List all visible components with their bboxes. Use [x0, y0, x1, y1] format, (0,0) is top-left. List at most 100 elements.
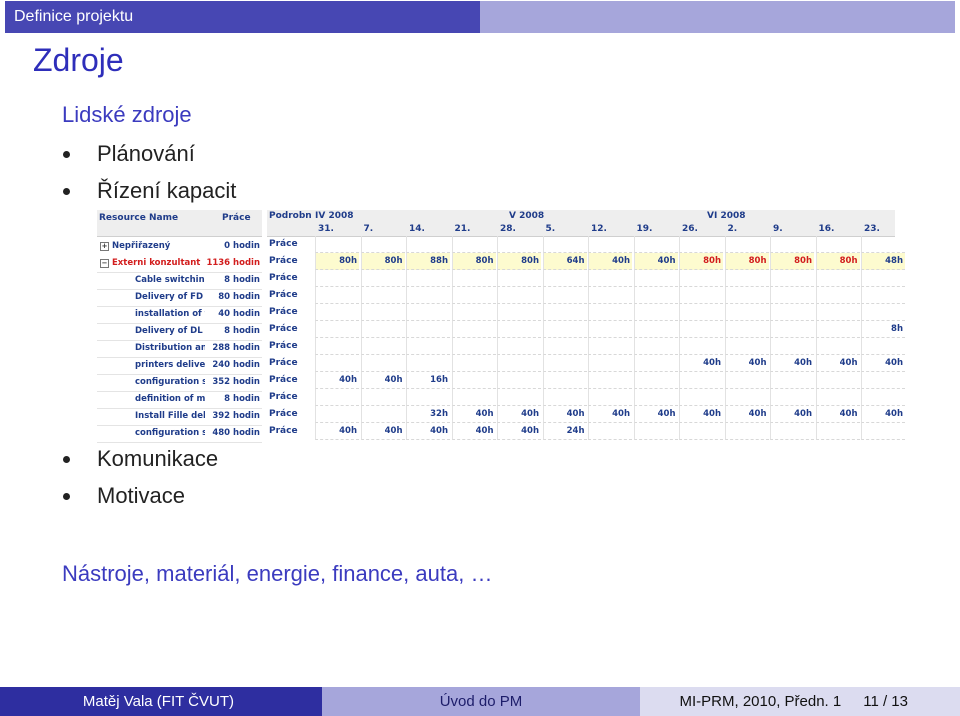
work-cell[interactable] [315, 321, 359, 338]
work-cell[interactable]: 32h [406, 406, 450, 423]
work-cell[interactable]: 40h [497, 423, 541, 440]
work-cell[interactable]: 40h [815, 406, 860, 423]
work-cell[interactable] [451, 270, 496, 287]
work-cell[interactable] [360, 236, 405, 253]
work-cell[interactable] [861, 389, 905, 406]
work-cell[interactable] [315, 236, 359, 253]
work-cell[interactable] [542, 236, 587, 253]
resource-row[interactable]: − Externi konzultant 1136 hodin [97, 255, 262, 273]
work-cell[interactable] [360, 338, 405, 355]
work-cell[interactable] [633, 338, 678, 355]
work-cell[interactable]: 40h [633, 253, 678, 270]
work-cell[interactable] [724, 338, 769, 355]
work-cell[interactable]: 88h [406, 253, 450, 270]
work-cell[interactable]: 80h [724, 253, 769, 270]
work-cell[interactable] [679, 321, 723, 338]
work-cell[interactable] [542, 338, 587, 355]
work-cell[interactable] [633, 423, 678, 440]
work-cell[interactable] [451, 338, 496, 355]
expand-icon[interactable]: + [100, 242, 109, 251]
resource-row[interactable]: Delivery of FD 80 hodin [97, 289, 262, 307]
work-cell[interactable] [861, 423, 905, 440]
work-cell[interactable] [588, 423, 632, 440]
work-cell[interactable]: 16h [406, 372, 450, 389]
work-cell[interactable] [360, 389, 405, 406]
work-cell[interactable] [770, 423, 814, 440]
work-cell[interactable] [406, 389, 450, 406]
work-cell[interactable] [360, 270, 405, 287]
work-cell[interactable] [360, 355, 405, 372]
resource-row[interactable]: Distribution and 288 hodin [97, 340, 262, 358]
work-cell[interactable]: 40h [542, 406, 587, 423]
work-cell[interactable]: 48h [861, 253, 905, 270]
work-cell[interactable] [451, 321, 496, 338]
work-cell[interactable] [497, 355, 541, 372]
work-cell[interactable] [497, 287, 541, 304]
work-cell[interactable]: 40h [724, 355, 769, 372]
work-cell[interactable] [633, 321, 678, 338]
work-cell[interactable] [770, 389, 814, 406]
work-cell[interactable] [497, 270, 541, 287]
work-cell[interactable]: 40h [815, 355, 860, 372]
resource-row[interactable]: configuration sp 352 hodin [97, 374, 262, 392]
work-cell[interactable] [360, 321, 405, 338]
work-cell[interactable]: 80h [360, 253, 405, 270]
work-cell[interactable]: 40h [451, 406, 496, 423]
work-cell[interactable] [542, 389, 587, 406]
resource-row[interactable]: + Nepřiřazený 0 hodin [97, 238, 262, 256]
work-cell[interactable] [724, 287, 769, 304]
work-cell[interactable] [360, 304, 405, 321]
work-cell[interactable] [451, 304, 496, 321]
work-cell[interactable] [406, 321, 450, 338]
work-cell[interactable] [588, 389, 632, 406]
work-cell[interactable]: 40h [315, 372, 359, 389]
work-cell[interactable] [815, 338, 860, 355]
work-cell[interactable]: 40h [360, 372, 405, 389]
work-cell[interactable] [315, 355, 359, 372]
work-cell[interactable]: 80h [679, 253, 723, 270]
work-cell[interactable] [724, 372, 769, 389]
work-cell[interactable] [724, 321, 769, 338]
work-cell[interactable] [815, 270, 860, 287]
work-cell[interactable] [724, 304, 769, 321]
work-cell[interactable] [315, 406, 359, 423]
work-cell[interactable] [451, 236, 496, 253]
work-cell[interactable]: 64h [542, 253, 587, 270]
work-cell[interactable] [315, 287, 359, 304]
work-cell[interactable] [451, 355, 496, 372]
work-cell[interactable] [588, 236, 632, 253]
work-cell[interactable]: 40h [679, 406, 723, 423]
work-cell[interactable] [679, 389, 723, 406]
work-cell[interactable] [451, 372, 496, 389]
work-cell[interactable]: 40h [360, 423, 405, 440]
work-cell[interactable]: 40h [861, 355, 905, 372]
work-cell[interactable] [679, 287, 723, 304]
work-cell[interactable] [770, 287, 814, 304]
resource-row[interactable]: configuration sp 480 hodin [97, 425, 262, 443]
work-cell[interactable] [451, 389, 496, 406]
work-cell[interactable] [679, 270, 723, 287]
work-cell[interactable]: 40h [861, 406, 905, 423]
work-cell[interactable] [542, 372, 587, 389]
work-cell[interactable]: 80h [815, 253, 860, 270]
work-cell[interactable] [861, 270, 905, 287]
work-cell[interactable] [633, 389, 678, 406]
work-cell[interactable] [315, 338, 359, 355]
work-cell[interactable]: 40h [588, 406, 632, 423]
work-cell[interactable] [588, 304, 632, 321]
work-cell[interactable]: 40h [679, 355, 723, 372]
work-cell[interactable] [724, 270, 769, 287]
work-cell[interactable] [497, 236, 541, 253]
work-cell[interactable]: 80h [315, 253, 359, 270]
work-cell[interactable] [770, 321, 814, 338]
work-cell[interactable] [588, 372, 632, 389]
work-cell[interactable] [406, 338, 450, 355]
work-cell[interactable] [497, 321, 541, 338]
work-cell[interactable] [815, 304, 860, 321]
work-cell[interactable] [542, 321, 587, 338]
work-cell[interactable] [406, 287, 450, 304]
work-cell[interactable] [861, 304, 905, 321]
work-cell[interactable]: 40h [724, 406, 769, 423]
work-cell[interactable] [679, 372, 723, 389]
work-cell[interactable] [633, 287, 678, 304]
